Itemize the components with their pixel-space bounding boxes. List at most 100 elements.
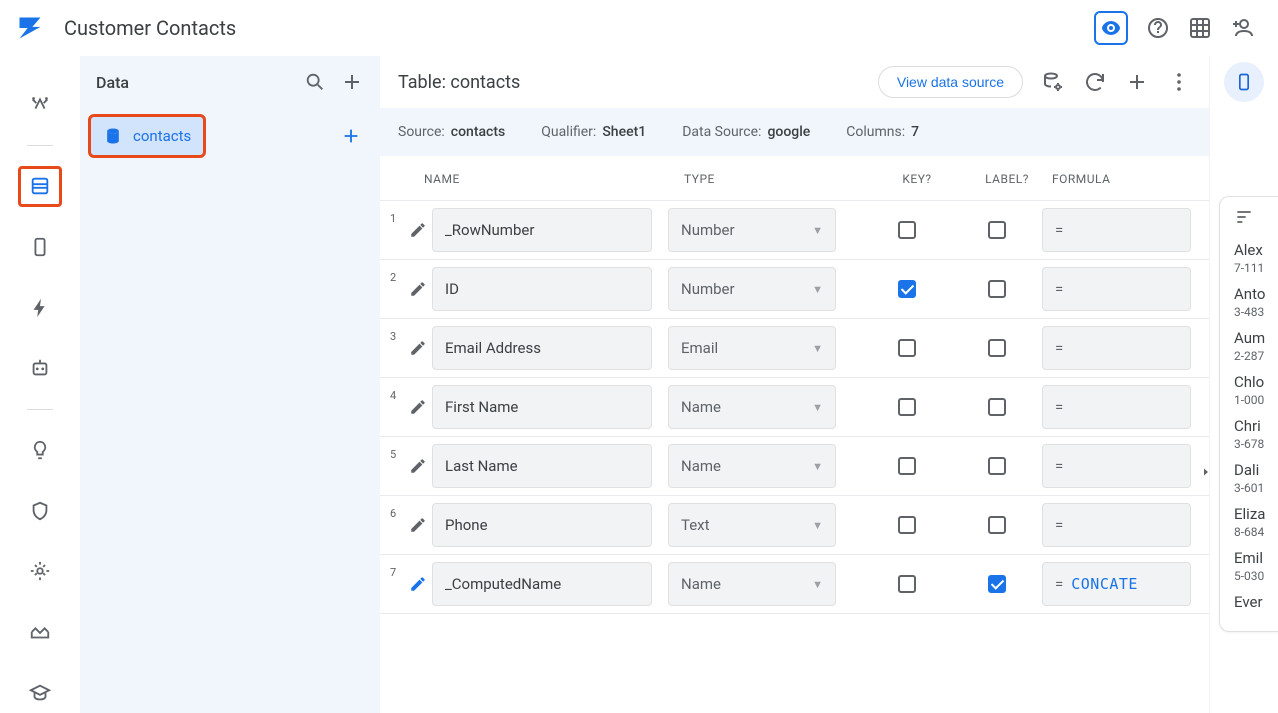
formula-field[interactable]: =	[1042, 385, 1191, 429]
label-checkbox[interactable]	[952, 516, 1042, 534]
col-hdr-formula: FORMULA	[1052, 172, 1191, 186]
row-number: 7	[390, 566, 404, 579]
formula-field[interactable]: =CONCATE	[1042, 562, 1191, 606]
list-item[interactable]: Aum2-287	[1234, 329, 1278, 363]
edit-column-icon[interactable]	[404, 280, 432, 298]
search-icon[interactable]	[304, 71, 326, 93]
label-checkbox[interactable]	[952, 398, 1042, 416]
rail-home-icon[interactable]	[18, 84, 62, 125]
column-name-field[interactable]: ID	[432, 267, 652, 311]
rail-actions-icon[interactable]	[18, 287, 62, 328]
edit-column-icon[interactable]	[404, 516, 432, 534]
rail-automation-icon[interactable]	[18, 348, 62, 389]
list-item[interactable]: Alex7-111	[1234, 241, 1278, 275]
rail-settings-icon[interactable]	[18, 551, 62, 592]
edit-column-icon[interactable]	[404, 398, 432, 416]
appsheet-logo-icon	[16, 14, 44, 42]
column-type-select[interactable]: Name▼	[668, 444, 836, 488]
more-icon[interactable]	[1167, 70, 1191, 94]
rail-learn-icon[interactable]	[18, 672, 62, 713]
column-name-field[interactable]: Last Name	[432, 444, 652, 488]
rail-manage-icon[interactable]	[18, 612, 62, 653]
list-item[interactable]: Emil5-030	[1234, 549, 1278, 583]
columns-table: 1_RowNumberNumber▼=2IDNumber▼=3Email Add…	[380, 200, 1209, 614]
add-data-icon[interactable]	[340, 70, 364, 94]
sidebar-header: Data	[80, 56, 380, 108]
preview-toggle-icon[interactable]	[1094, 11, 1128, 45]
key-checkbox[interactable]	[862, 398, 952, 416]
grid-icon[interactable]	[1188, 16, 1212, 40]
key-checkbox[interactable]	[862, 280, 952, 298]
key-checkbox[interactable]	[862, 339, 952, 357]
key-checkbox[interactable]	[862, 575, 952, 593]
key-checkbox[interactable]	[862, 457, 952, 475]
key-checkbox[interactable]	[862, 516, 952, 534]
column-type-select[interactable]: Name▼	[668, 562, 836, 606]
sort-icon[interactable]	[1234, 207, 1278, 227]
add-table-icon[interactable]	[340, 125, 362, 147]
list-item[interactable]: Ever	[1234, 593, 1278, 611]
database-icon	[103, 126, 123, 146]
rail-intelligence-icon[interactable]	[18, 430, 62, 471]
label-checkbox[interactable]	[952, 575, 1042, 593]
list-item[interactable]: Eliza8-684	[1234, 505, 1278, 539]
formula-field[interactable]: =	[1042, 444, 1191, 488]
formula-field[interactable]: =	[1042, 208, 1191, 252]
meta-qualifier-key: Qualifier:	[541, 124, 596, 140]
row-number: 6	[390, 507, 404, 520]
label-checkbox[interactable]	[952, 280, 1042, 298]
rail-data-icon[interactable]	[18, 166, 62, 207]
formula-field[interactable]: =	[1042, 267, 1191, 311]
column-name-field[interactable]: _ComputedName	[432, 562, 652, 606]
sidebar-item-contacts[interactable]: contacts	[88, 114, 206, 158]
column-name-field[interactable]: Email Address	[432, 326, 652, 370]
label-checkbox[interactable]	[952, 221, 1042, 239]
formula-field[interactable]: =	[1042, 503, 1191, 547]
editor-title: Table: contacts	[398, 72, 520, 93]
column-type-select[interactable]: Number▼	[668, 208, 836, 252]
formula-field[interactable]: =	[1042, 326, 1191, 370]
column-type-select[interactable]: Text▼	[668, 503, 836, 547]
help-icon[interactable]	[1146, 16, 1170, 40]
sidebar-title: Data	[96, 73, 129, 92]
refresh-icon[interactable]	[1083, 70, 1107, 94]
edit-column-icon[interactable]	[404, 575, 432, 593]
key-checkbox[interactable]	[862, 221, 952, 239]
list-item[interactable]: Chlo1-000	[1234, 373, 1278, 407]
table-row: 7 _ComputedName Name▼ =CONCATE	[380, 554, 1209, 614]
label-checkbox[interactable]	[952, 457, 1042, 475]
meta-source-key: Source:	[398, 124, 445, 140]
column-type-select[interactable]: Email▼	[668, 326, 836, 370]
preview-device-icon[interactable]	[1224, 62, 1264, 102]
add-user-icon[interactable]	[1230, 16, 1254, 40]
col-hdr-key: KEY?	[872, 172, 962, 186]
edit-column-icon[interactable]	[404, 457, 432, 475]
topbar-actions	[1094, 11, 1262, 45]
list-item[interactable]: Anto3-483	[1234, 285, 1278, 319]
row-number: 5	[390, 448, 404, 461]
edit-column-icon[interactable]	[404, 339, 432, 357]
preview-pane: Alex7-111 Anto3-483 Aum2-287 Chlo1-000 Chri3…	[1210, 56, 1278, 713]
edit-column-icon[interactable]	[404, 221, 432, 239]
column-name-field[interactable]: Phone	[432, 503, 652, 547]
list-item[interactable]: Chri3-678	[1234, 417, 1278, 451]
sidebar-item-label: contacts	[133, 127, 191, 145]
column-name-field[interactable]: _RowNumber	[432, 208, 652, 252]
column-type-select[interactable]: Name▼	[668, 385, 836, 429]
table-row: 6 Phone Text▼ =	[380, 495, 1209, 554]
list-item[interactable]: Dali3-601	[1234, 461, 1278, 495]
data-settings-icon[interactable]	[1041, 70, 1065, 94]
rail-views-icon[interactable]	[18, 227, 62, 268]
editor-header: Table: contacts View data source	[380, 56, 1209, 108]
table-row: 4First NameName▼=	[380, 377, 1209, 436]
meta-datasource-key: Data Source:	[682, 124, 761, 140]
view-data-source-button[interactable]: View data source	[878, 66, 1023, 98]
column-name-field[interactable]: First Name	[432, 385, 652, 429]
rail-security-icon[interactable]	[18, 490, 62, 531]
label-checkbox[interactable]	[952, 339, 1042, 357]
add-column-icon[interactable]	[1125, 70, 1149, 94]
column-type-select[interactable]: Number▼	[668, 267, 836, 311]
chevron-right-icon[interactable]	[1200, 466, 1212, 478]
app-title: Customer Contacts	[64, 16, 236, 40]
editor-panel: Table: contacts View data source Source:…	[380, 56, 1210, 713]
